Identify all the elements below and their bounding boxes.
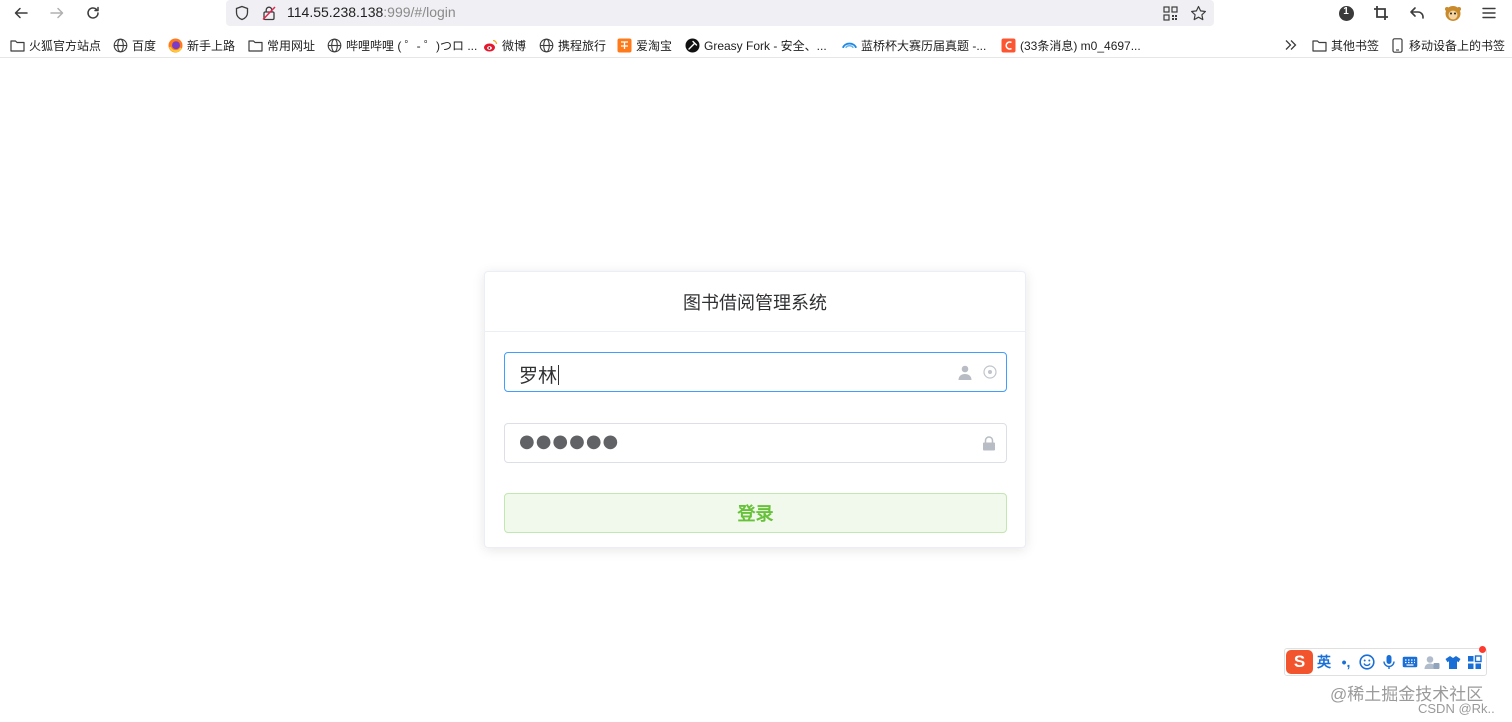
chevron-double-right-icon	[1283, 38, 1298, 53]
globe-icon	[539, 38, 554, 53]
back-arrow-icon	[14, 7, 28, 19]
bookmark-label: 哔哩哔哩 ( ゜- ゜)つロ ...	[346, 38, 478, 53]
bookmark-item[interactable]: 爱淘宝	[617, 36, 672, 54]
globe-icon	[113, 38, 128, 53]
extension-badge-icon[interactable]: 1	[1336, 3, 1356, 23]
user-icon	[957, 364, 973, 380]
url-path: :999/#/login	[383, 4, 456, 20]
ime-user-icon[interactable]	[1423, 653, 1441, 671]
aitaobao-icon	[617, 38, 632, 53]
other-bookmarks-folder[interactable]: 其他书签	[1312, 36, 1379, 54]
emoji-icon[interactable]	[1358, 653, 1376, 671]
bookmark-label: 新手上路	[187, 38, 236, 53]
ime-toolbar: S 英 •,	[1284, 646, 1487, 676]
microphone-icon[interactable]	[1380, 653, 1398, 671]
bookmark-label: 百度	[132, 38, 157, 53]
back-button[interactable]	[10, 3, 32, 23]
bookmark-label: (33条消息) m0_4697...	[1020, 38, 1141, 53]
reload-icon	[87, 6, 99, 19]
bookmark-label: 其他书签	[1331, 38, 1380, 53]
bookmark-item[interactable]: (33条消息) m0_4697...	[1001, 36, 1141, 54]
folder-icon	[248, 38, 263, 53]
username-input[interactable]: 罗林	[504, 352, 1007, 392]
folder-icon	[1312, 38, 1327, 53]
password-masked-value: ●●●●●●	[519, 431, 620, 452]
page-title: 图书借阅管理系统	[683, 292, 827, 313]
extension-badge-count: 1	[1343, 6, 1349, 17]
firefox-icon	[168, 38, 183, 53]
bookmark-label: 移动设备上的书签	[1409, 38, 1506, 53]
notification-dot	[1479, 646, 1486, 653]
greasyfork-icon	[685, 38, 700, 53]
csdn-icon	[1001, 38, 1016, 53]
sogou-logo-icon[interactable]: S	[1286, 650, 1313, 674]
watermark-csdn: CSDN @Rk..	[1418, 701, 1495, 716]
bookmark-label: 携程旅行	[558, 38, 607, 53]
folder-icon	[10, 38, 25, 53]
navigation-toolbar: 114.55.238.138:999/#/login 1	[0, 0, 1512, 27]
bookmark-item[interactable]: 百度	[113, 36, 156, 54]
keyboard-icon[interactable]	[1401, 653, 1419, 671]
crop-tool-icon[interactable]	[1371, 3, 1391, 23]
undo-close-icon[interactable]	[1407, 3, 1427, 23]
tracking-shield-icon[interactable]	[232, 3, 252, 23]
ime-skin-icon[interactable]	[1444, 653, 1462, 671]
mobile-bookmarks-folder[interactable]: 移动设备上的书签	[1390, 36, 1505, 54]
login-card-header: 图书借阅管理系统	[485, 272, 1025, 332]
bookmark-item[interactable]: 哔哩哔哩 ( ゜- ゜)つロ ...	[327, 36, 477, 54]
password-input[interactable]: ●●●●●●	[504, 423, 1007, 463]
bookmark-label: Greasy Fork - 安全、...	[704, 38, 827, 53]
bookmarks-overflow-button[interactable]	[1283, 36, 1298, 54]
tampermonkey-icon[interactable]	[1443, 3, 1463, 23]
insecure-lock-icon[interactable]	[259, 3, 279, 23]
username-value: 罗林	[519, 365, 560, 387]
lanqiao-icon	[842, 38, 857, 53]
bookmark-star-icon[interactable]	[1188, 3, 1208, 23]
bookmark-label: 爱淘宝	[636, 38, 673, 53]
bookmark-label: 常用网址	[267, 38, 316, 53]
bookmark-label: 火狐官方站点	[29, 38, 102, 53]
bookmark-item[interactable]: Greasy Fork - 安全、...	[685, 36, 827, 54]
url-text[interactable]: 114.55.238.138:999/#/login	[287, 4, 456, 20]
reload-button[interactable]	[82, 3, 104, 23]
url-host: 114.55.238.138	[287, 4, 384, 20]
qr-code-icon[interactable]	[1160, 3, 1180, 23]
bookmarks-bar: 火狐官方站点 百度 新手上路 常用网址 哔哩哔哩 ( ゜- ゜)つロ ... 微…	[0, 30, 1512, 58]
mobile-device-icon	[1390, 37, 1405, 53]
bookmark-item[interactable]: 蓝桥杯大赛历届真题 -...	[842, 36, 986, 54]
login-card: 图书借阅管理系统 罗林 ●●●●●● 登录	[484, 271, 1026, 548]
clear-input-icon[interactable]	[982, 364, 998, 380]
bookmark-item[interactable]: 新手上路	[168, 36, 235, 54]
login-button[interactable]: 登录	[504, 493, 1007, 533]
bookmark-item[interactable]: 火狐官方站点	[10, 36, 101, 54]
bookmark-item[interactable]: 微博	[483, 36, 526, 54]
bookmark-label: 微博	[502, 38, 527, 53]
weibo-icon	[483, 38, 498, 53]
lock-icon	[981, 435, 997, 451]
hamburger-menu-icon[interactable]	[1479, 3, 1499, 23]
forward-arrow-icon	[50, 7, 64, 19]
bookmark-item[interactable]: 携程旅行	[539, 36, 606, 54]
ime-toolbox-icon[interactable]	[1465, 653, 1483, 671]
bookmark-item[interactable]: 常用网址	[248, 36, 315, 54]
text-caret	[558, 365, 560, 385]
globe-icon	[327, 38, 342, 53]
bookmark-label: 蓝桥杯大赛历届真题 -...	[861, 38, 987, 53]
ime-punctuation-toggle[interactable]: •,	[1337, 653, 1355, 671]
forward-button[interactable]	[46, 3, 68, 23]
ime-language-toggle[interactable]: 英	[1315, 653, 1333, 671]
